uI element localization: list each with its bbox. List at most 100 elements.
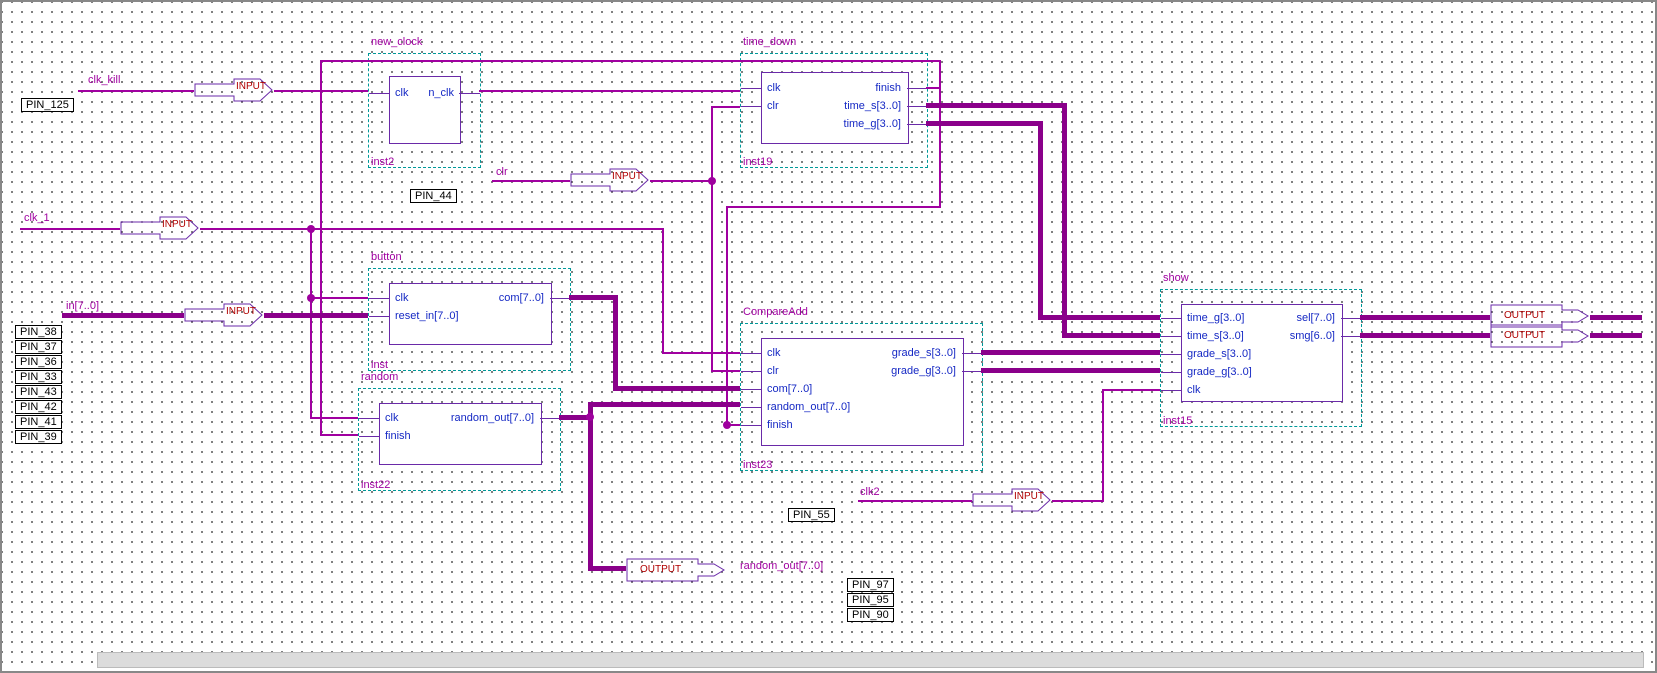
bus: [613, 386, 740, 391]
wire: [662, 352, 740, 354]
block-random[interactable]: random clk finish random_out[7..0] inst2…: [358, 388, 561, 491]
port-finish: finish: [767, 419, 793, 431]
bus: [1360, 333, 1490, 338]
port-finish: finish: [385, 430, 411, 442]
horizontal-scrollbar[interactable]: [97, 652, 1644, 668]
port-time-g: time_g[3..0]: [1187, 312, 1244, 324]
bus: [1062, 333, 1160, 338]
bus: [926, 103, 1067, 108]
bus: [1590, 315, 1642, 320]
port-com: com[7..0]: [499, 292, 544, 304]
port-clk: clk: [395, 292, 408, 304]
wire: [662, 228, 664, 352]
output-smg[interactable]: OUTPUT: [1490, 324, 1590, 348]
instance-name: inst23: [743, 459, 772, 471]
port-clk: clk: [1187, 384, 1200, 396]
wire: [711, 180, 713, 370]
net-clk-kill: clk_kill: [88, 74, 120, 86]
io-type-label: INPUT: [236, 81, 266, 92]
output-random-out[interactable]: OUTPUT: [626, 558, 726, 582]
wire: [1102, 389, 1160, 391]
wire: [711, 106, 740, 108]
instance-name: inst19: [743, 156, 772, 168]
port-sel: sel[7..0]: [1296, 312, 1335, 324]
net-clk2: clk2: [860, 486, 880, 498]
bus: [1590, 333, 1642, 338]
junction-dot: [307, 294, 315, 302]
pin-label: PIN_39: [15, 430, 62, 444]
bus: [569, 295, 618, 300]
port-clk: clk: [385, 412, 398, 424]
net-clk-1: clk_1: [24, 212, 50, 224]
port-time-g: time_g[3..0]: [844, 118, 901, 130]
pin-label: PIN_90: [847, 608, 894, 622]
bus: [588, 402, 593, 570]
junction-dot: [586, 413, 594, 421]
wire: [1102, 389, 1104, 502]
io-type-label: INPUT: [226, 306, 256, 317]
bus: [62, 313, 184, 318]
wire: [310, 228, 312, 418]
port-grade-g: grade_g[3..0]: [1187, 366, 1252, 378]
port-clr: clr: [767, 365, 779, 377]
wire: [320, 60, 941, 62]
pin-label: PIN_38: [15, 325, 62, 339]
port-clk: clk: [395, 87, 408, 99]
wire: [310, 417, 358, 419]
pin-label: PIN_43: [15, 385, 62, 399]
net-in: in[7..0]: [66, 300, 99, 312]
port-grade-s: grade_s[3..0]: [892, 347, 956, 359]
bus: [1038, 121, 1043, 317]
block-title: show: [1163, 272, 1189, 284]
wire: [320, 434, 358, 436]
block-title: button: [371, 251, 402, 263]
wire: [726, 206, 728, 424]
schematic-canvas[interactable]: new_clock clk n_clk inst2 time_down clk …: [0, 0, 1657, 673]
port-random-out: random_out[7..0]: [451, 412, 534, 424]
bus: [613, 295, 618, 388]
wire: [726, 206, 941, 208]
io-type-label: INPUT: [612, 171, 642, 182]
net-clr: clr: [496, 166, 508, 178]
wire: [78, 90, 194, 92]
block-title: new_clock: [371, 36, 422, 48]
port-clk: clk: [767, 347, 780, 359]
block-button[interactable]: button clk reset_in[7..0] com[7..0] inst: [368, 268, 571, 371]
block-compare-add[interactable]: CompareAdd clk clr com[7..0] random_out[…: [740, 323, 983, 471]
io-type-label: OUTPUT: [1504, 310, 1545, 321]
block-time-down[interactable]: time_down clk clr finish time_s[3..0] ti…: [740, 53, 928, 168]
pin-label: PIN_95: [847, 593, 894, 607]
pin-label: PIN_36: [15, 355, 62, 369]
port-clk: clk: [767, 82, 780, 94]
bus: [1062, 103, 1067, 335]
input-clk2[interactable]: INPUT: [972, 488, 1052, 512]
input-clk-kill[interactable]: INPUT: [194, 78, 274, 102]
pin-label: PIN_41: [15, 415, 62, 429]
input-clr[interactable]: INPUT: [570, 168, 650, 192]
port-time-s: time_s[3..0]: [844, 100, 901, 112]
wire: [479, 90, 740, 92]
junction-dot: [708, 177, 716, 185]
net-random-out: random_out[7..0]: [740, 560, 823, 572]
wire: [1052, 500, 1104, 502]
input-in-bus[interactable]: INPUT: [184, 303, 264, 327]
pin-label: PIN_42: [15, 400, 62, 414]
input-clk-1[interactable]: INPUT: [120, 216, 200, 240]
instance-name: inst22: [361, 479, 390, 491]
bus: [981, 368, 1160, 373]
port-time-s: time_s[3..0]: [1187, 330, 1244, 342]
wire: [939, 60, 941, 89]
pin-label: PIN_37: [15, 340, 62, 354]
block-show[interactable]: show time_g[3..0] time_s[3..0] grade_s[3…: [1160, 289, 1362, 427]
block-new-clock[interactable]: new_clock clk n_clk inst2: [368, 53, 481, 168]
block-title: random: [361, 371, 398, 383]
wire: [310, 228, 664, 230]
port-finish: finish: [875, 82, 901, 94]
pin-label: PIN_44: [410, 189, 457, 203]
port-n-clk: n_clk: [428, 87, 454, 99]
instance-name: inst15: [1163, 415, 1192, 427]
wire: [711, 106, 713, 180]
block-title: CompareAdd: [743, 306, 808, 318]
port-grade-g: grade_g[3..0]: [891, 365, 956, 377]
junction-dot: [307, 225, 315, 233]
